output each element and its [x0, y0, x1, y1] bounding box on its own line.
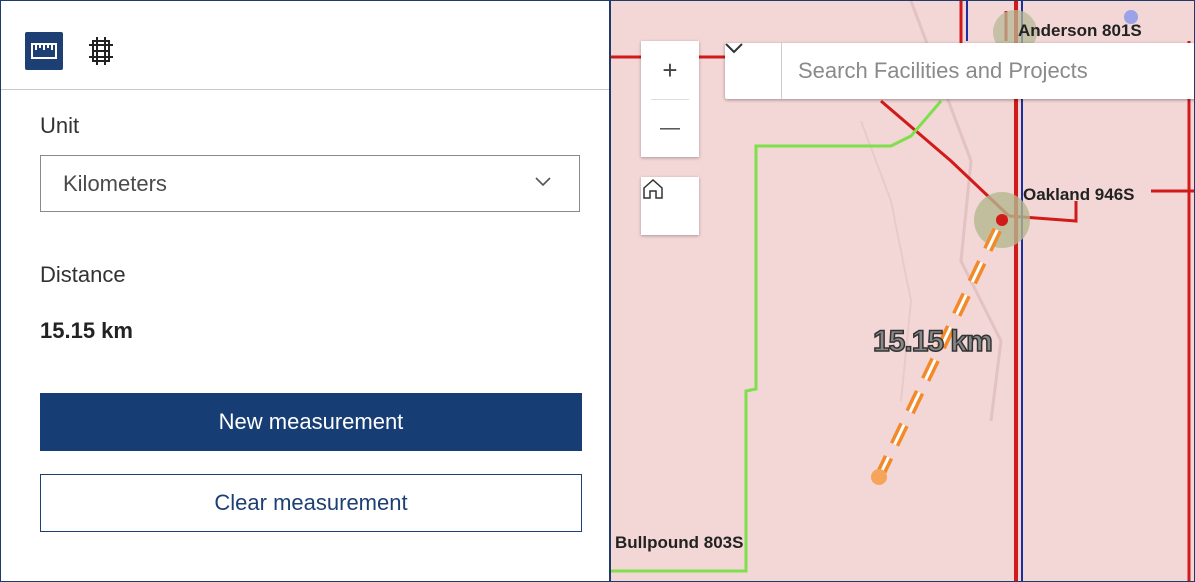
- anderson-station-label: Anderson 801S: [1018, 21, 1142, 40]
- measurement-map-label: 15.15 km: [872, 324, 993, 359]
- unit-select-value: Kilometers: [63, 171, 167, 196]
- chevron-down-icon: [725, 43, 743, 54]
- new-measurement-button[interactable]: New measurement: [40, 393, 582, 451]
- unit-select[interactable]: Kilometers: [40, 155, 580, 212]
- bullpound-station-label: Bullpound 803S: [615, 533, 744, 552]
- search-bar: [725, 43, 1194, 99]
- home-icon: [643, 178, 663, 199]
- chevron-down-icon: [535, 177, 551, 187]
- home-button[interactable]: [641, 177, 699, 235]
- unit-label: Unit: [40, 113, 80, 138]
- measurement-panel: Unit Kilometers Distance 15.15 km New me…: [1, 1, 611, 581]
- map-view[interactable]: Anderson 801S Oakland 946S Bullpound 803…: [611, 1, 1194, 581]
- zoom-control: + —: [641, 41, 699, 157]
- area-tool-button[interactable]: [83, 32, 119, 70]
- oakland-station-label: Oakland 946S: [1023, 185, 1135, 204]
- search-input[interactable]: [782, 43, 1194, 99]
- distance-measure-icon: [31, 43, 57, 59]
- distance-tool-button[interactable]: [25, 32, 63, 70]
- clear-measurement-button[interactable]: Clear measurement: [40, 474, 582, 532]
- distance-value: 15.15 km: [40, 318, 133, 343]
- zoom-out-button[interactable]: —: [641, 99, 699, 157]
- measurement-toolbar: [1, 1, 609, 90]
- search-source-dropdown[interactable]: [725, 43, 782, 99]
- distance-label: Distance: [40, 262, 126, 287]
- area-measure-icon: [89, 37, 113, 65]
- zoom-in-button[interactable]: +: [641, 41, 699, 99]
- app-frame: Unit Kilometers Distance 15.15 km New me…: [0, 0, 1195, 582]
